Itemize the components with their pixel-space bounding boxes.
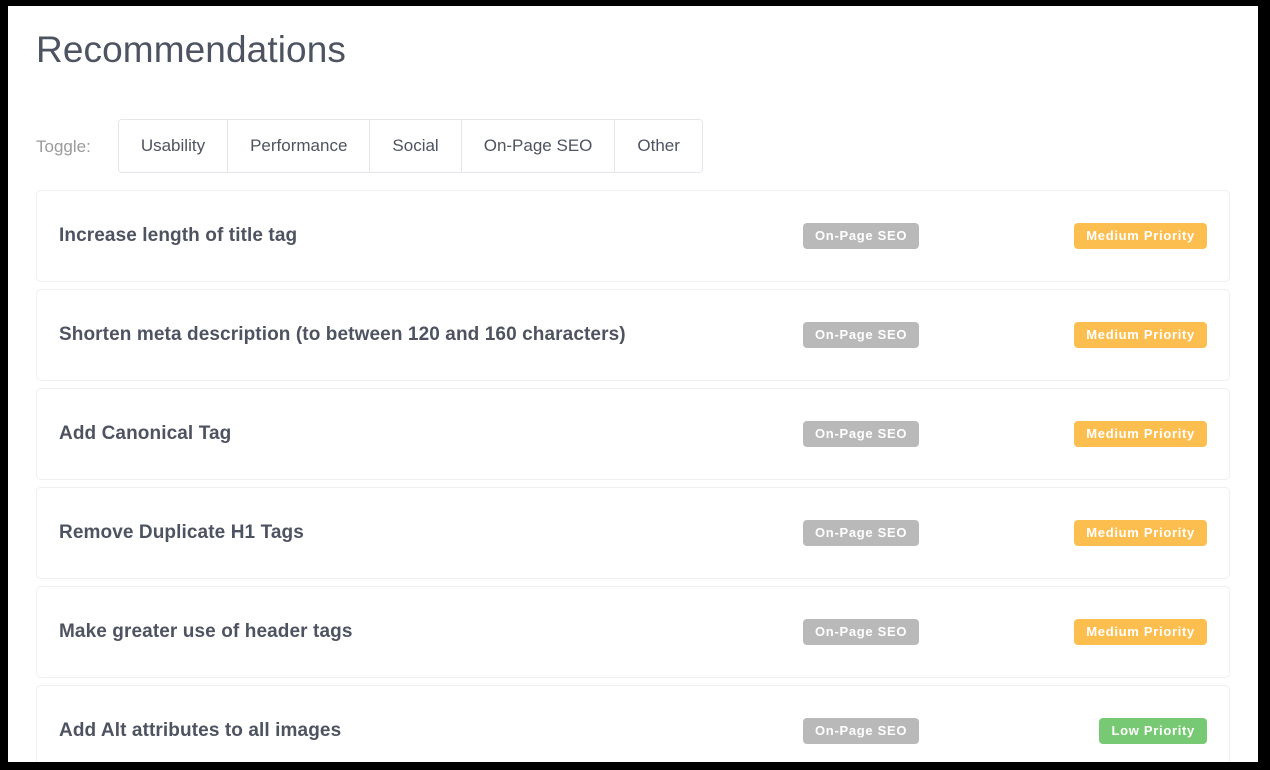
recommendation-category-cell: On-Page SEO: [803, 718, 1035, 744]
recommendation-category-cell: On-Page SEO: [803, 520, 1035, 546]
recommendation-title: Make greater use of header tags: [59, 621, 803, 643]
priority-badge: Low Priority: [1099, 718, 1207, 744]
recommendation-category-cell: On-Page SEO: [803, 619, 1035, 645]
page-title: Recommendations: [36, 6, 1230, 72]
recommendation-category-cell: On-Page SEO: [803, 322, 1035, 348]
category-badge: On-Page SEO: [803, 421, 919, 447]
priority-badge: Medium Priority: [1074, 520, 1207, 546]
category-badge: On-Page SEO: [803, 619, 919, 645]
category-tab[interactable]: Performance: [228, 120, 370, 172]
category-tab[interactable]: Social: [370, 120, 461, 172]
category-tab[interactable]: Other: [615, 120, 702, 172]
recommendation-priority-cell: Medium Priority: [1035, 322, 1207, 348]
recommendation-category-cell: On-Page SEO: [803, 223, 1035, 249]
recommendation-title: Add Alt attributes to all images: [59, 720, 803, 742]
recommendations-page: Recommendations Toggle: UsabilityPerform…: [8, 6, 1258, 762]
recommendation-category-cell: On-Page SEO: [803, 421, 1035, 447]
recommendation-row[interactable]: Increase length of title tagOn-Page SEO M…: [36, 190, 1230, 282]
category-badge: On-Page SEO: [803, 322, 919, 348]
recommendation-title: Shorten meta description (to between 120…: [59, 324, 803, 346]
recommendation-title: Remove Duplicate H1 Tags: [59, 522, 803, 544]
priority-badge: Medium Priority: [1074, 322, 1207, 348]
recommendation-title: Increase length of title tag: [59, 225, 803, 247]
recommendation-row[interactable]: Remove Duplicate H1 TagsOn-Page SEO Mediu…: [36, 487, 1230, 579]
recommendation-list: Increase length of title tagOn-Page SEOM…: [36, 190, 1230, 762]
priority-badge: Medium Priority: [1074, 421, 1207, 447]
browser-viewport: Recommendations Toggle: UsabilityPerform…: [8, 6, 1258, 762]
priority-badge: Medium Priority: [1074, 619, 1207, 645]
toggle-label: Toggle:: [36, 138, 91, 155]
recommendation-row[interactable]: Make greater use of header tagsOn-Page S…: [36, 586, 1230, 678]
recommendation-priority-cell: Low Priority: [1035, 718, 1207, 744]
category-badge: On-Page SEO: [803, 223, 919, 249]
recommendation-title: Add Canonical Tag: [59, 423, 803, 445]
recommendation-row[interactable]: Add Canonical TagOn-Page SEO Medium Prior…: [36, 388, 1230, 480]
category-badge: On-Page SEO: [803, 718, 919, 744]
recommendation-priority-cell: Medium Priority: [1035, 223, 1207, 249]
recommendation-priority-cell: Medium Priority: [1035, 421, 1207, 447]
recommendation-row[interactable]: Add Alt attributes to all imagesOn-Page …: [36, 685, 1230, 762]
category-toggle-bar: Toggle: UsabilityPerformanceSocialOn-Pag…: [36, 119, 1230, 173]
category-tab-group: UsabilityPerformanceSocialOn-Page SEOOth…: [118, 119, 703, 173]
category-tab[interactable]: Usability: [119, 120, 228, 172]
category-badge: On-Page SEO: [803, 520, 919, 546]
category-tab[interactable]: On-Page SEO: [462, 120, 616, 172]
priority-badge: Medium Priority: [1074, 223, 1207, 249]
recommendation-row[interactable]: Shorten meta description (to between 120…: [36, 289, 1230, 381]
recommendation-priority-cell: Medium Priority: [1035, 520, 1207, 546]
recommendation-priority-cell: Medium Priority: [1035, 619, 1207, 645]
